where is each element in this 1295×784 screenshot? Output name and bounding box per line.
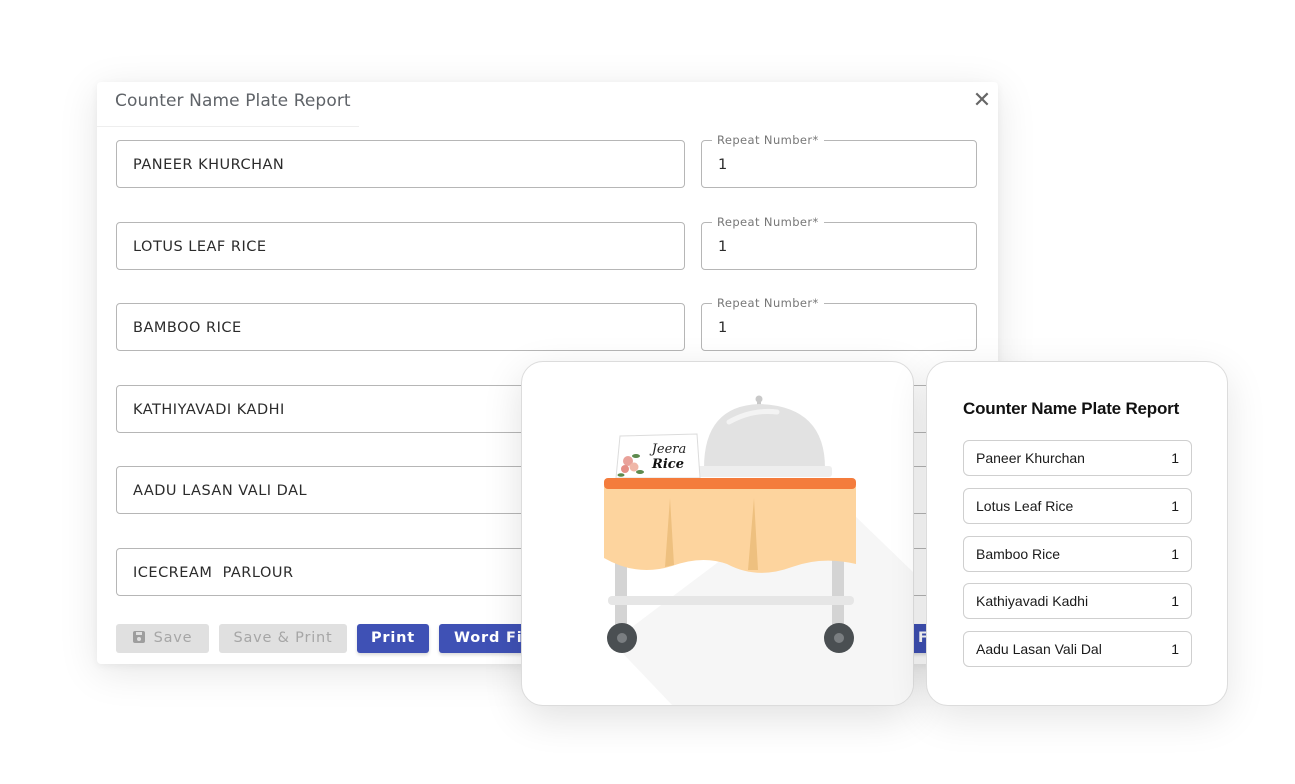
report-row: Paneer Khurchan 1: [963, 440, 1192, 476]
report-row: Aadu Lasan Vali Dal 1: [963, 631, 1192, 667]
food-trolley-illustration: Jeera Rice: [604, 395, 913, 705]
repeat-number-label: Repeat Number*: [712, 215, 824, 229]
item-name-field[interactable]: BAMBOO RICE: [116, 303, 685, 351]
report-row: Lotus Leaf Rice 1: [963, 488, 1192, 524]
report-row: Bamboo Rice 1: [963, 536, 1192, 572]
report-row-name: Kathiyavadi Kadhi: [976, 593, 1089, 609]
repeat-number-value: 1: [718, 157, 728, 173]
report-row-count: 1: [1171, 593, 1179, 609]
dialog-title: Counter Name Plate Report: [115, 91, 351, 111]
title-divider: [97, 126, 359, 127]
item-name-value: ICECREAM PARLOUR: [133, 565, 294, 581]
report-row-name: Bamboo Rice: [976, 546, 1061, 562]
repeat-number-label: Repeat Number*: [712, 296, 824, 310]
report-row-count: 1: [1171, 498, 1179, 514]
plate-text-line2: Rice: [651, 457, 684, 472]
report-row-name: Paneer Khurchan: [976, 450, 1085, 466]
save-button[interactable]: Save: [116, 624, 209, 653]
item-name-field[interactable]: PANEER KHURCHAN: [116, 140, 685, 188]
item-name-value: KATHIYAVADI KADHI: [133, 402, 285, 418]
save-button-label: Save: [153, 630, 193, 646]
item-name-value: AADU LASAN VALI DAL: [133, 483, 308, 499]
report-row-name: Lotus Leaf Rice: [976, 498, 1074, 514]
repeat-number-field[interactable]: Repeat Number* 1: [701, 215, 977, 270]
repeat-number-label: Repeat Number*: [712, 133, 824, 147]
item-name-value: PANEER KHURCHAN: [133, 157, 285, 173]
print-button[interactable]: Print: [357, 624, 429, 653]
repeat-number-value: 1: [718, 320, 728, 336]
report-title: Counter Name Plate Report: [963, 399, 1180, 418]
repeat-number-field[interactable]: Repeat Number* 1: [701, 133, 977, 188]
item-name-value: LOTUS LEAF RICE: [133, 239, 267, 255]
report-row-name: Aadu Lasan Vali Dal: [976, 641, 1102, 657]
repeat-number-field[interactable]: Repeat Number* 1: [701, 296, 977, 351]
item-name-field[interactable]: LOTUS LEAF RICE: [116, 222, 685, 270]
floppy-disk-icon: [132, 631, 145, 643]
save-and-print-button[interactable]: Save & Print: [219, 624, 347, 653]
report-row-count: 1: [1171, 450, 1179, 466]
report-row: Kathiyavadi Kadhi 1: [963, 583, 1192, 619]
report-preview-card: Counter Name Plate Report Paneer Khurcha…: [926, 361, 1228, 706]
repeat-number-value: 1: [718, 239, 728, 255]
report-row-count: 1: [1171, 546, 1179, 562]
plate-text-line1: Jeera: [649, 442, 687, 457]
report-row-count: 1: [1171, 641, 1179, 657]
food-counter-illustration-card: Jeera Rice: [521, 361, 914, 706]
close-icon[interactable]: ✕: [972, 90, 992, 112]
item-name-value: BAMBOO RICE: [133, 320, 242, 336]
